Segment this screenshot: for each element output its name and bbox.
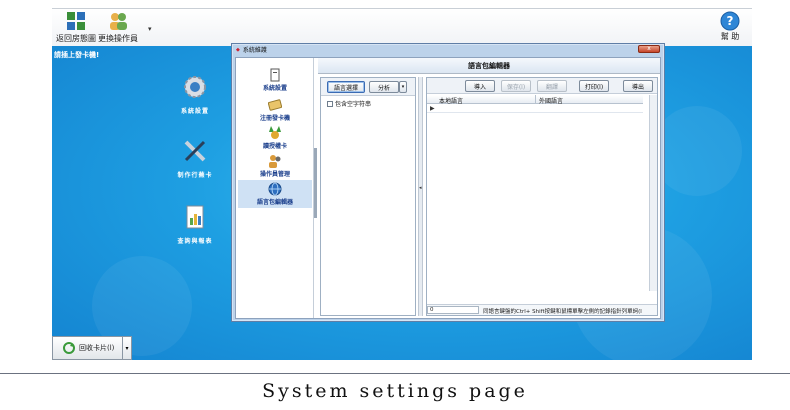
dialog-title: 系統維護	[242, 47, 267, 54]
recycle-card-label: 回收卡片(l)	[79, 344, 115, 352]
nav-collapse-handle[interactable]	[314, 148, 317, 218]
query-report-label: 查詢與報表	[177, 238, 213, 245]
card-reader-prompt: 請插上發卡機!	[54, 51, 100, 59]
decorative-bubble	[652, 106, 742, 196]
card-icon	[268, 99, 282, 111]
settings-doc-icon	[270, 68, 280, 82]
close-button[interactable]: x	[638, 45, 660, 53]
chevron-down-icon[interactable]: ▾	[122, 337, 131, 359]
nav-item-operator-management[interactable]: 操作員管理	[238, 152, 312, 180]
translate-button[interactable]: 翻譯	[537, 80, 567, 92]
dialog-body: 系統設置 注冊發卡機 讀授權卡 操作員管理 語言包編輯器 語言包編輯器 語言選擇…	[235, 57, 661, 319]
print-button[interactable]: 打印(l)	[579, 80, 609, 92]
grid-toolbar: 導入 保存(l) 翻譯 打印(l) 導出	[427, 78, 657, 94]
nav-label: 操作員管理	[259, 171, 290, 178]
query-report-shortcut[interactable]: 查詢與報表	[160, 204, 230, 245]
maintenance-nav: 系統設置 注冊發卡機 讀授權卡 操作員管理 語言包編輯器	[236, 58, 314, 318]
svg-text:?: ?	[727, 14, 734, 28]
dialog-titlebar[interactable]: ◆ 系統維護	[232, 44, 664, 55]
nav-label: 注冊發卡機	[259, 115, 290, 122]
status-hint: 同語言鍵盤的Ctrl+ Shift按鍵和鼠標單擊左側的記錄指針列單詞(l	[483, 309, 642, 315]
chevron-down-icon[interactable]: ▾	[399, 81, 407, 93]
close-icon: x	[647, 45, 651, 52]
export-button[interactable]: 導出	[623, 80, 653, 92]
switch-operator-button[interactable]: 更換操作員	[98, 11, 138, 44]
grid-icon	[67, 12, 85, 30]
chevron-down-icon[interactable]: ▾	[148, 25, 152, 33]
report-icon	[186, 205, 204, 229]
system-maintenance-dialog: ◆ 系統維護 x 系統設置 注冊發卡機 讀授權卡 操作員管理 語言包編輯器 語言…	[231, 43, 665, 322]
nav-label: 讀授權卡	[262, 143, 287, 150]
language-select-button[interactable]: 語言選擇	[327, 81, 365, 93]
editor-title: 語言包編輯器	[318, 58, 660, 74]
status-bar: 0 同語言鍵盤的Ctrl+ Shift按鍵和鼠標單擊左側的記錄指針列單詞(l	[427, 304, 657, 315]
system-settings-shortcut[interactable]: 系統設置	[160, 74, 230, 115]
checkbox-box[interactable]	[327, 100, 333, 107]
gear-icon	[184, 76, 206, 98]
users-icon	[269, 155, 281, 168]
nav-item-register-card-reader[interactable]: 注冊發卡機	[238, 96, 312, 124]
screenshot-stage: 返回房態圖 更換操作員 ▾ ? 幫 助 請插上發卡機! 系統設置 制作行蕪卡 查…	[0, 0, 790, 410]
record-pointer-icon: ▶	[430, 105, 435, 112]
include-empty-checkbox[interactable]: 包含空字符串	[327, 99, 371, 108]
column-separator	[535, 95, 536, 104]
divider	[0, 373, 790, 374]
refresh-icon	[63, 342, 75, 354]
top-toolbar: 返回房態圖 更換操作員 ▾ ? 幫 助	[52, 8, 752, 46]
language-pack-editor: 語言包編輯器 語言選擇 分析 ▾ 包含空字符串 ◂ 導入 保存(l) 翻譯 打印…	[318, 58, 660, 318]
chevron-left-icon[interactable]: ◂	[419, 185, 422, 191]
nav-item-system-settings[interactable]: 系統設置	[238, 66, 312, 94]
analyze-button[interactable]: 分析	[369, 81, 399, 93]
nav-item-read-auth-card[interactable]: 讀授權卡	[238, 124, 312, 152]
help-label: 幫 助	[720, 32, 740, 41]
globe-icon	[268, 182, 282, 196]
page-caption: System settings page	[262, 380, 528, 402]
users-icon	[110, 13, 127, 30]
nav-label: 系統設置	[262, 85, 287, 92]
language-toolbar: 語言選擇 分析 ▾	[321, 78, 415, 96]
translation-grid-panel: 導入 保存(l) 翻譯 打印(l) 導出 本地語言 外國語言 ▶ 0 同語言鍵盤…	[426, 77, 658, 316]
nav-label: 語言包編輯器	[256, 199, 293, 206]
recycle-card-button[interactable]: 回收卡片(l) ▾	[52, 336, 132, 360]
help-icon: ?	[720, 11, 740, 31]
grid-header: 本地語言 外國語言	[427, 95, 643, 105]
tools-icon	[184, 140, 206, 162]
return-room-view-button[interactable]: 返回房態圖	[56, 11, 96, 44]
app-icon: ◆	[236, 46, 240, 53]
language-panel: 語言選擇 分析 ▾ 包含空字符串	[320, 77, 416, 316]
grid-scrollbar[interactable]	[649, 95, 657, 291]
import-button[interactable]: 導入	[465, 80, 495, 92]
help-button[interactable]: ? 幫 助	[720, 11, 740, 42]
save-button[interactable]: 保存(l)	[501, 80, 531, 92]
recycle-card-main: 回收卡片(l)	[53, 342, 122, 354]
system-settings-label: 系統設置	[180, 108, 209, 115]
medal-icon	[269, 126, 281, 139]
table-row[interactable]: ▶	[427, 104, 643, 113]
include-empty-label: 包含空字符串	[335, 101, 372, 108]
make-card-shortcut[interactable]: 制作行蕪卡	[160, 138, 230, 179]
return-room-view-label: 返回房態圖	[56, 34, 96, 43]
record-count: 0	[427, 306, 479, 314]
make-card-label: 制作行蕪卡	[177, 172, 213, 179]
panel-splitter[interactable]: ◂	[418, 77, 423, 316]
nav-item-language-pack-editor[interactable]: 語言包編輯器	[238, 180, 312, 208]
switch-operator-label: 更換操作員	[98, 34, 138, 43]
